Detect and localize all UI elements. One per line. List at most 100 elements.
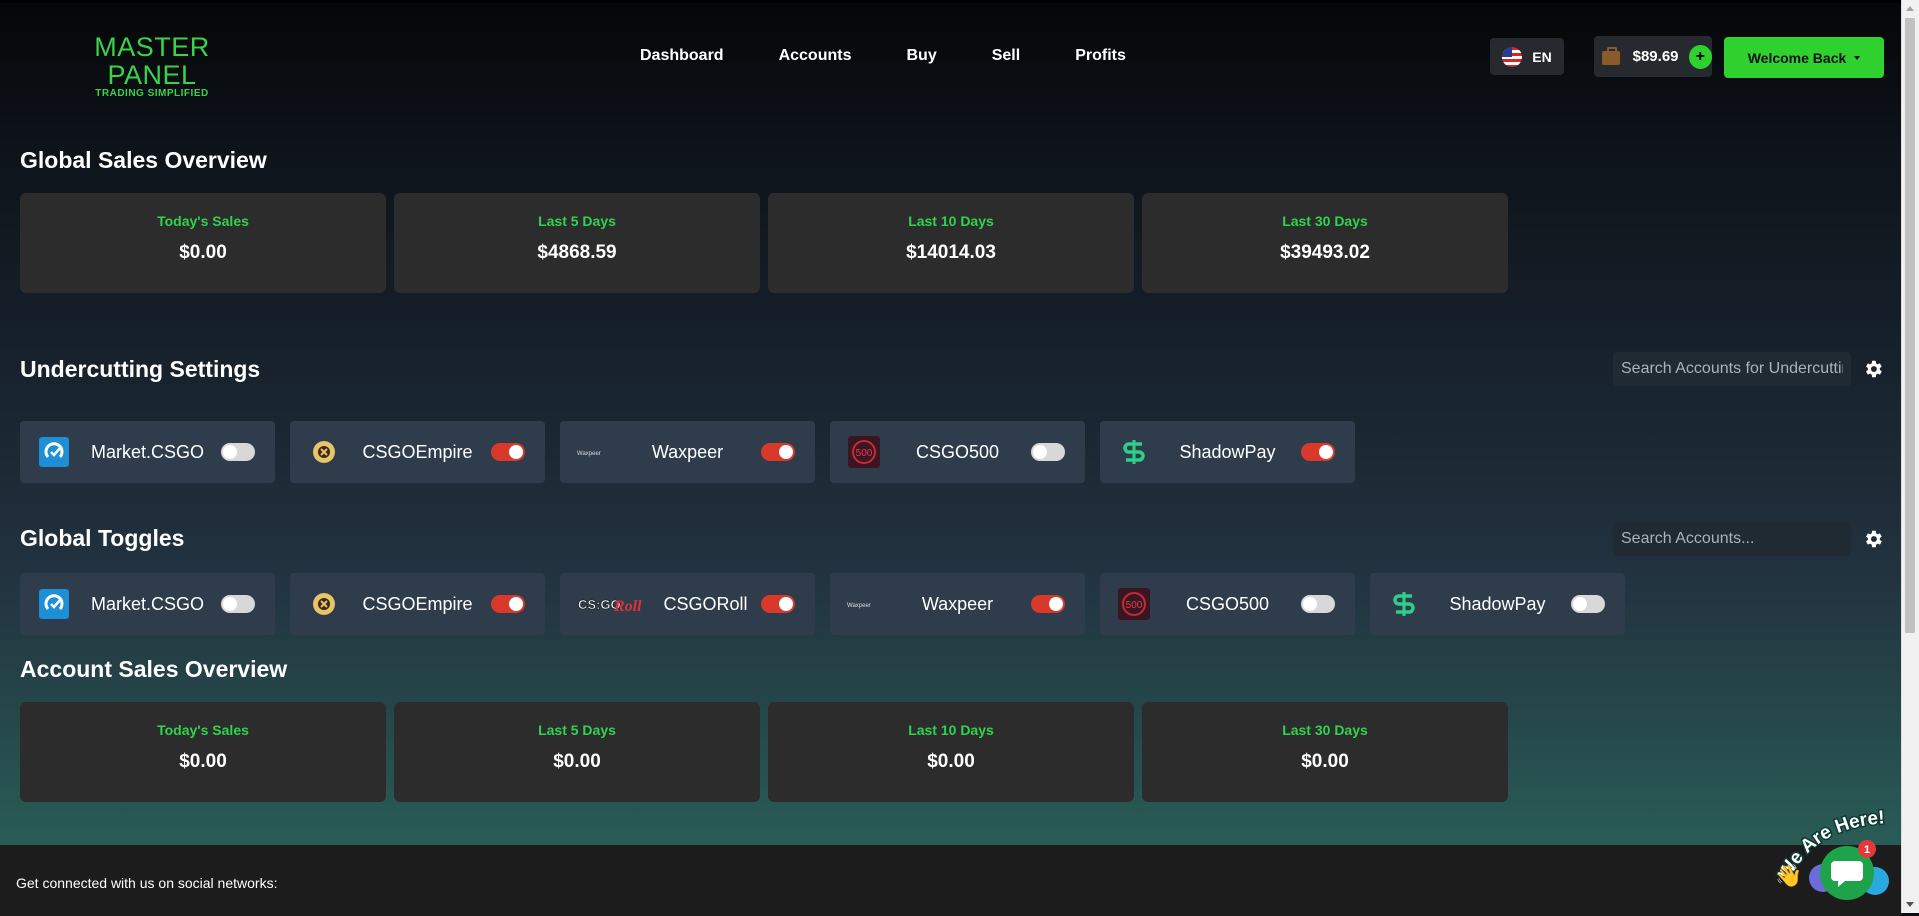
briefcase-icon bbox=[1602, 46, 1620, 65]
undercut-chip-waxpeer: Waxpeer Waxpeer bbox=[560, 421, 815, 483]
csgoroll-logo-text-b: Roll bbox=[613, 598, 642, 615]
nav-buy[interactable]: Buy bbox=[906, 47, 936, 65]
brand-logo[interactable]: MASTER PANEL TRADING SIMPLIFIED bbox=[52, 33, 252, 99]
gear-icon[interactable] bbox=[1862, 528, 1884, 550]
waxpeer-logo-text: Waxpeer bbox=[847, 603, 871, 609]
chat-badge-count: 1 bbox=[1864, 844, 1870, 856]
toggle-chip-waxpeer: Waxpeer Waxpeer bbox=[830, 573, 1085, 635]
caret-down-icon bbox=[1854, 55, 1861, 60]
stat-label: Last 30 Days bbox=[1282, 722, 1368, 738]
toggle-chip-shadowpay: ShadowPay bbox=[1370, 573, 1625, 635]
language-selector[interactable]: EN bbox=[1490, 38, 1564, 75]
waving-hand-icon: 👋 bbox=[1775, 863, 1802, 889]
chip-label: CSGOEmpire bbox=[362, 593, 473, 614]
undercut-toggle-shadowpay[interactable] bbox=[1301, 443, 1335, 461]
global-stat-card-30days: Last 30 Days $39493.02 bbox=[1142, 193, 1508, 293]
user-menu-button[interactable]: Welcome Back bbox=[1724, 37, 1884, 78]
csgo500-logo-text: 500 bbox=[856, 448, 873, 459]
wallet-balance[interactable]: $89.69 + bbox=[1594, 36, 1712, 77]
global-toggles-title: Global Toggles bbox=[20, 525, 185, 551]
waxpeer-logo-text: Waxpeer bbox=[577, 451, 601, 457]
chip-label: CSGOEmpire bbox=[362, 441, 473, 462]
undercutting-search-input[interactable] bbox=[1613, 352, 1851, 386]
language-code: EN bbox=[1532, 48, 1552, 65]
stat-label: Today's Sales bbox=[157, 722, 249, 738]
global-toggle-csgo500[interactable] bbox=[1301, 595, 1335, 613]
stat-label: Last 5 Days bbox=[538, 213, 616, 229]
add-funds-button[interactable]: + bbox=[1688, 44, 1712, 69]
global-stat-card-5days: Last 5 Days $4868.59 bbox=[394, 193, 760, 293]
user-menu-label: Welcome Back bbox=[1747, 49, 1847, 66]
csgo500-logo-text: 500 bbox=[1126, 600, 1143, 611]
shadowpay-logo-icon bbox=[1114, 432, 1154, 472]
market-csgo-logo-icon bbox=[34, 584, 74, 624]
toggle-chip-csgoempire: CSGOEmpire bbox=[290, 573, 545, 635]
global-stat-card-today: Today's Sales $0.00 bbox=[20, 193, 386, 293]
stat-label: Last 30 Days bbox=[1282, 213, 1368, 229]
nav-sell[interactable]: Sell bbox=[992, 47, 1020, 65]
undercut-chip-csgoempire: CSGOEmpire bbox=[290, 421, 545, 483]
global-toggle-shadowpay[interactable] bbox=[1571, 595, 1605, 613]
global-sales-title: Global Sales Overview bbox=[20, 147, 267, 173]
csgo500-logo-icon: 500 bbox=[844, 432, 884, 472]
waxpeer-logo-icon: Waxpeer bbox=[574, 432, 614, 472]
undercut-chip-csgo500: 500 CSGO500 bbox=[830, 421, 1085, 483]
undercut-toggle-csgo500[interactable] bbox=[1031, 443, 1065, 461]
scroll-up-icon[interactable] bbox=[1906, 6, 1914, 11]
wallet-amount: $89.69 bbox=[1632, 48, 1679, 65]
stat-value: $0.00 bbox=[179, 751, 227, 772]
undercut-toggle-csgoempire[interactable] bbox=[491, 443, 525, 461]
chip-label: ShadowPay bbox=[1179, 441, 1276, 462]
stat-value: $14014.03 bbox=[906, 242, 996, 263]
toggle-chip-csgo500: 500 CSGO500 bbox=[1100, 573, 1355, 635]
us-flag-icon bbox=[1502, 46, 1523, 67]
chip-label: ShadowPay bbox=[1449, 593, 1546, 614]
account-stat-card-5days: Last 5 Days $0.00 bbox=[394, 702, 760, 802]
undercut-chip-market-csgo: Market.CSGO bbox=[20, 421, 275, 483]
csgoroll-logo-icon: CS:GO Roll bbox=[578, 584, 650, 624]
csgoempire-logo-icon bbox=[304, 584, 344, 624]
toggle-chip-csgoroll: CS:GO Roll CSGORoll bbox=[560, 573, 815, 635]
scrollbar-thumb[interactable] bbox=[1905, 18, 1915, 633]
chip-label: CSGORoll bbox=[663, 593, 748, 614]
stat-value: $4868.59 bbox=[537, 242, 617, 263]
stat-value: $0.00 bbox=[553, 751, 601, 772]
stat-value: $0.00 bbox=[179, 242, 227, 263]
chip-label: Market.CSGO bbox=[90, 441, 205, 462]
stat-value: $39493.02 bbox=[1280, 242, 1370, 263]
undercut-toggle-waxpeer[interactable] bbox=[761, 443, 795, 461]
chip-label: Market.CSGO bbox=[90, 593, 205, 614]
shadowpay-logo-icon bbox=[1384, 584, 1424, 624]
undercut-toggle-market-csgo[interactable] bbox=[221, 443, 255, 461]
stat-label: Today's Sales bbox=[157, 213, 249, 229]
page: MASTER PANEL TRADING SIMPLIFIED Dashboar… bbox=[0, 0, 1902, 916]
chat-widget[interactable]: We Are Here! 👋 1 bbox=[1775, 803, 1900, 908]
global-toggles-search-input[interactable] bbox=[1613, 522, 1851, 556]
nav-profits[interactable]: Profits bbox=[1075, 47, 1126, 65]
gear-icon[interactable] bbox=[1862, 358, 1884, 380]
account-stat-card-today: Today's Sales $0.00 bbox=[20, 702, 386, 802]
account-stat-card-10days: Last 10 Days $0.00 bbox=[768, 702, 1134, 802]
nav-dashboard[interactable]: Dashboard bbox=[640, 47, 724, 65]
nav-accounts[interactable]: Accounts bbox=[779, 47, 852, 65]
csgo500-logo-icon: 500 bbox=[1114, 584, 1154, 624]
global-toggle-csgoroll[interactable] bbox=[761, 595, 795, 613]
chip-label: Waxpeer bbox=[651, 441, 724, 462]
chip-label: CSGO500 bbox=[1185, 593, 1270, 614]
stat-label: Last 5 Days bbox=[538, 722, 616, 738]
csgoempire-logo-icon bbox=[304, 432, 344, 472]
global-toggle-csgoempire[interactable] bbox=[491, 595, 525, 613]
footer-social-text: Get connected with us on social networks… bbox=[16, 875, 278, 891]
account-sales-title: Account Sales Overview bbox=[20, 656, 288, 682]
footer: Get connected with us on social networks… bbox=[0, 845, 1902, 916]
toggle-chip-market-csgo: Market.CSGO bbox=[20, 573, 275, 635]
global-toggle-market-csgo[interactable] bbox=[221, 595, 255, 613]
waxpeer-logo-icon: Waxpeer bbox=[844, 584, 884, 624]
undercut-chip-shadowpay: ShadowPay bbox=[1100, 421, 1355, 483]
chip-label: Waxpeer bbox=[921, 593, 994, 614]
stat-label: Last 10 Days bbox=[908, 213, 994, 229]
scroll-down-icon[interactable] bbox=[1906, 902, 1914, 907]
undercutting-title: Undercutting Settings bbox=[20, 356, 261, 382]
global-toggle-waxpeer[interactable] bbox=[1031, 595, 1065, 613]
vertical-scrollbar[interactable] bbox=[1901, 0, 1919, 913]
